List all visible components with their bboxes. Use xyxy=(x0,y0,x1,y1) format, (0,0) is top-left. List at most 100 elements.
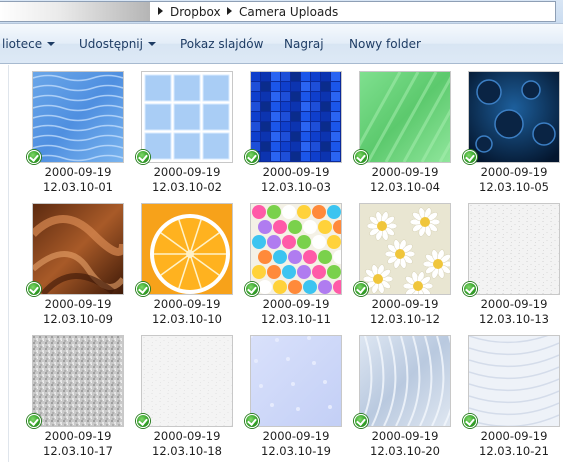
green-check-icon xyxy=(245,282,259,296)
file-thumbnail xyxy=(359,203,451,295)
file-item[interactable]: 2000-09-19 12.03.10-09 xyxy=(20,197,126,329)
file-item[interactable]: 2000-09-19 12.03.10-21 xyxy=(456,329,562,461)
thumbnail-image xyxy=(469,204,559,294)
file-name-line2: 12.03.10-17 xyxy=(43,444,113,458)
breadcrumb-chevron-icon[interactable] xyxy=(227,7,232,15)
toolbar-new-folder-button[interactable]: Nowy folder xyxy=(349,37,421,51)
green-check-icon xyxy=(136,414,150,428)
file-name-line1: 2000-09-19 xyxy=(371,429,439,443)
file-item[interactable]: 2000-09-19 12.03.10-19 xyxy=(238,329,344,461)
thumbnail-image xyxy=(251,204,341,294)
file-thumbnail xyxy=(359,71,451,163)
green-check-icon xyxy=(354,414,368,428)
green-check-icon xyxy=(354,282,368,296)
file-name-line1: 2000-09-19 xyxy=(44,429,112,443)
toolbar-share-button[interactable]: Udostępnij xyxy=(79,37,156,51)
file-item[interactable]: 2000-09-19 12.03.10-01 xyxy=(20,65,126,197)
file-item[interactable]: 2000-09-19 12.03.10-13 xyxy=(456,197,562,329)
file-name-line2: 12.03.10-09 xyxy=(43,312,113,326)
green-check-icon xyxy=(354,150,368,164)
file-name-line1: 2000-09-19 xyxy=(153,429,221,443)
file-name-line1: 2000-09-19 xyxy=(371,297,439,311)
thumbnail-image xyxy=(33,204,123,294)
chevron-down-icon xyxy=(147,42,156,46)
thumbnail-image xyxy=(469,336,559,426)
file-thumbnail xyxy=(250,335,342,427)
toolbar-new-folder-label: Nowy folder xyxy=(349,37,421,51)
toolbar-burn-label: Nagraj xyxy=(284,37,324,51)
file-name-line2: 12.03.10-18 xyxy=(152,444,222,458)
file-item[interactable]: 2000-09-19 12.03.10-03 xyxy=(238,65,344,197)
file-item[interactable]: 2000-09-19 12.03.10-17 xyxy=(20,329,126,461)
file-thumbnail xyxy=(250,203,342,295)
address-bar-strip: Dropbox Camera Uploads xyxy=(0,0,563,24)
thumbnail-image xyxy=(360,336,450,426)
thumbnail-image xyxy=(469,72,559,162)
file-name-line1: 2000-09-19 xyxy=(262,429,330,443)
green-check-icon xyxy=(27,150,41,164)
file-name-line2: 12.03.10-03 xyxy=(261,180,331,194)
thumbnail-image xyxy=(360,72,450,162)
file-thumbnail xyxy=(359,335,451,427)
file-name-line1: 2000-09-19 xyxy=(262,165,330,179)
toolbar-slideshow-button[interactable]: Pokaz slajdów xyxy=(180,37,263,51)
file-thumbnail xyxy=(141,203,233,295)
file-name-line2: 12.03.10-04 xyxy=(370,180,440,194)
file-name-line1: 2000-09-19 xyxy=(153,165,221,179)
green-check-icon xyxy=(136,150,150,164)
thumbnail-image xyxy=(142,336,232,426)
thumbnail-image xyxy=(142,72,232,162)
file-name-line2: 12.03.10-13 xyxy=(479,312,549,326)
thumbnail-image xyxy=(33,336,123,426)
file-name-line2: 12.03.10-20 xyxy=(370,444,440,458)
address-bar[interactable]: Dropbox Camera Uploads xyxy=(0,1,556,22)
file-item[interactable]: 2000-09-19 12.03.10-04 xyxy=(347,65,453,197)
toolbar-burn-button[interactable]: Nagraj xyxy=(284,37,324,51)
address-bar-fade xyxy=(0,2,150,21)
green-check-icon xyxy=(463,150,477,164)
file-name-line2: 12.03.10-02 xyxy=(152,180,222,194)
file-item[interactable]: 2000-09-19 12.03.10-12 xyxy=(347,197,453,329)
thumbnail-image xyxy=(33,72,123,162)
chevron-down-icon xyxy=(47,42,56,46)
green-check-icon xyxy=(27,282,41,296)
file-thumbnail xyxy=(468,71,560,163)
breadcrumb-dropbox[interactable]: Dropbox xyxy=(170,5,221,19)
file-item[interactable]: 2000-09-19 12.03.10-02 xyxy=(129,65,235,197)
file-name-line1: 2000-09-19 xyxy=(153,297,221,311)
toolbar-library-label: liotece xyxy=(2,37,43,51)
file-name-line1: 2000-09-19 xyxy=(480,429,548,443)
thumbnail-image xyxy=(251,72,341,162)
file-name-line2: 12.03.10-12 xyxy=(370,312,440,326)
file-thumbnail xyxy=(141,71,233,163)
file-item[interactable]: 2000-09-19 12.03.10-10 xyxy=(129,197,235,329)
green-check-icon xyxy=(463,414,477,428)
file-name-line1: 2000-09-19 xyxy=(44,165,112,179)
file-thumbnail xyxy=(468,335,560,427)
file-item[interactable]: 2000-09-19 12.03.10-18 xyxy=(129,329,235,461)
file-name-line1: 2000-09-19 xyxy=(480,165,548,179)
file-item[interactable]: 2000-09-19 12.03.10-11 xyxy=(238,197,344,329)
file-name-line2: 12.03.10-01 xyxy=(43,180,113,194)
file-thumbnail xyxy=(468,203,560,295)
file-name-line2: 12.03.10-10 xyxy=(152,312,222,326)
file-thumbnail xyxy=(250,71,342,163)
file-name-line2: 12.03.10-05 xyxy=(479,180,549,194)
toolbar-share-label: Udostępnij xyxy=(79,37,143,51)
file-name-line2: 12.03.10-21 xyxy=(479,444,549,458)
file-name-line1: 2000-09-19 xyxy=(262,297,330,311)
file-thumbnail xyxy=(32,71,124,163)
pane-divider xyxy=(8,65,9,462)
file-name-line1: 2000-09-19 xyxy=(44,297,112,311)
file-item[interactable]: 2000-09-19 12.03.10-20 xyxy=(347,329,453,461)
command-bar: liotece Udostępnij Pokaz slajdów Nagraj … xyxy=(0,24,563,64)
file-item[interactable]: 2000-09-19 12.03.10-05 xyxy=(456,65,562,197)
thumbnail-image xyxy=(360,204,450,294)
breadcrumb-camera-uploads[interactable]: Camera Uploads xyxy=(239,5,338,19)
green-check-icon xyxy=(463,282,477,296)
green-check-icon xyxy=(27,414,41,428)
breadcrumb-chevron-icon[interactable] xyxy=(158,7,163,15)
file-name-line2: 12.03.10-11 xyxy=(261,312,331,326)
thumbnail-image xyxy=(251,336,341,426)
toolbar-library-button[interactable]: liotece xyxy=(2,37,56,51)
